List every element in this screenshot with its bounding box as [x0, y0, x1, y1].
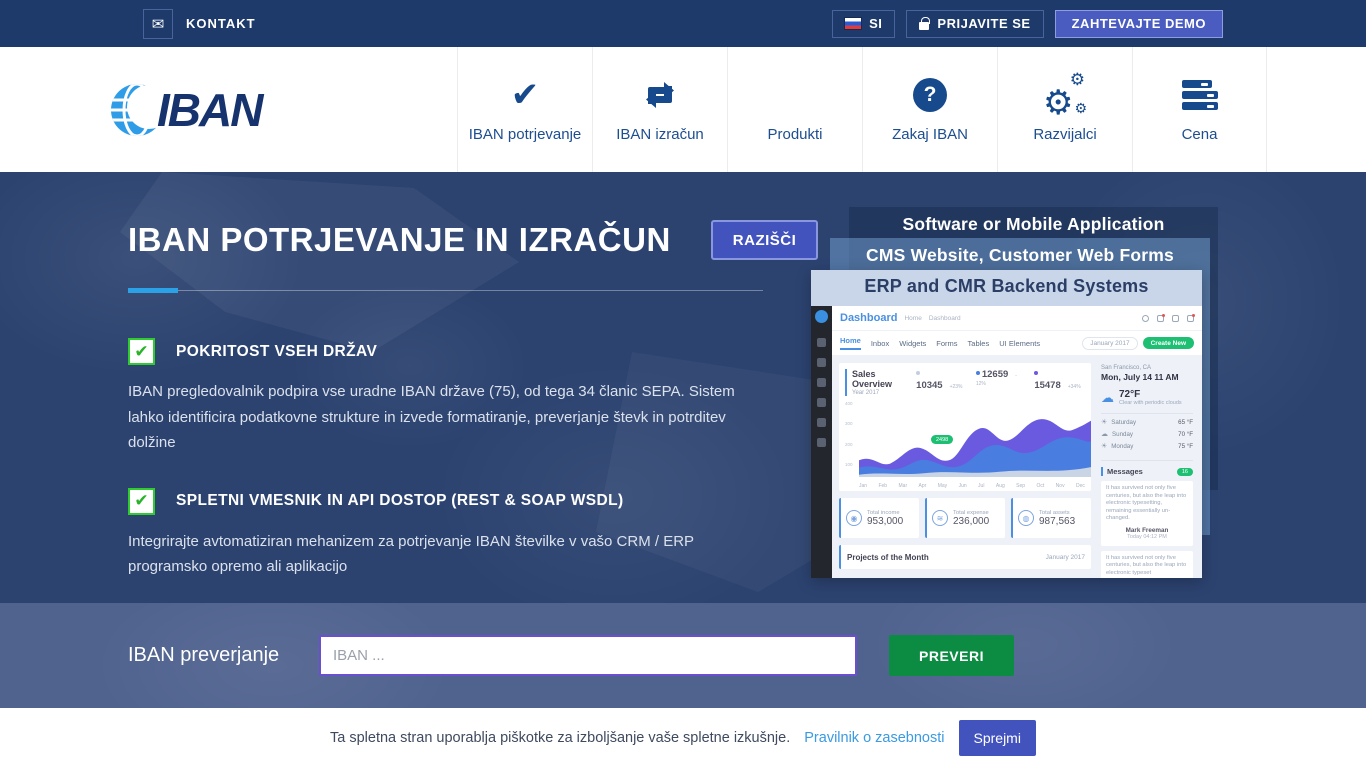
- stat-card-income: ◉ Total income953,000: [839, 498, 919, 538]
- check-icon: ✔: [511, 76, 540, 114]
- title-underline: [128, 288, 763, 294]
- language-label: SI: [869, 16, 882, 31]
- slovenia-flag-icon: [845, 18, 861, 29]
- dashboard-sidebar: [811, 306, 832, 578]
- stat-card-expense: ≋ Total expense236,000: [925, 498, 1005, 538]
- green-check-icon: ✔: [128, 338, 155, 365]
- message-item: It has survived not only five centuries,…: [1101, 551, 1193, 579]
- messages-count-badge: 16: [1177, 468, 1193, 476]
- grid-icon: [779, 76, 812, 114]
- iban-checker-section: IBAN preverjanje PREVERI: [0, 603, 1366, 708]
- cloud-icon: ☁: [1101, 430, 1108, 438]
- date-filter: January 2017: [1082, 337, 1137, 350]
- search-icon: [1142, 315, 1149, 322]
- logo-text: IBAN: [157, 83, 261, 137]
- dashboard-screenshot: Dashboard Home Dashboard Home Inbox Widg…: [811, 306, 1202, 578]
- iban-logo[interactable]: IBAN: [107, 79, 261, 141]
- envelope-icon[interactable]: ✉: [143, 9, 173, 39]
- cookie-text: Ta spletna stran uporablja piškotke za i…: [330, 730, 790, 746]
- create-new-button: Create New: [1143, 337, 1194, 349]
- feature-coverage: ✔ POKRITOST VSEH DRŽAV IBAN pregledovaln…: [128, 338, 778, 456]
- green-check-icon: ✔: [128, 488, 155, 515]
- main-navbar: IBAN ✔ IBAN potrjevanje IBAN izračun Pro…: [0, 47, 1366, 172]
- mail-icon: [1172, 315, 1179, 322]
- chart-badge: 2498: [931, 435, 953, 444]
- privacy-policy-link[interactable]: Pravilnik o zasebnosti: [804, 730, 944, 746]
- stat-card-assets: ◍ Total assets987,563: [1011, 498, 1091, 538]
- verify-button[interactable]: PREVERI: [889, 635, 1014, 676]
- sales-area-chart: 400 300 200 100 2498: [845, 401, 1085, 489]
- assets-icon: ◍: [1018, 510, 1034, 526]
- message-item: It has survived not only five centuries,…: [1101, 481, 1193, 546]
- demo-label: ZAHTEVAJTE DEMO: [1072, 16, 1206, 31]
- nav-item-iban-potrjevanje[interactable]: ✔ IBAN potrjevanje: [457, 47, 592, 172]
- bell-icon: [1187, 315, 1194, 322]
- contact-block[interactable]: ✉ KONTAKT: [143, 9, 256, 39]
- accept-cookies-button[interactable]: Sprejmi: [959, 720, 1036, 756]
- top-bar: ✉ KONTAKT SI PRIJAVITE SE ZAHTEVAJTE DEM…: [0, 0, 1366, 47]
- feature-title: POKRITOST VSEH DRŽAV: [176, 343, 377, 361]
- hero-section: IBAN POTRJEVANJE IN IZRAČUN RAZIŠČI ✔ PO…: [0, 172, 1366, 603]
- retweet-icon: [641, 76, 679, 114]
- lock-icon: [919, 22, 929, 30]
- feature-body: IBAN pregledovalnik podpira vse uradne I…: [128, 379, 760, 456]
- breadcrumb: Home: [904, 315, 921, 322]
- language-selector[interactable]: SI: [832, 10, 895, 38]
- request-demo-button[interactable]: ZAHTEVAJTE DEMO: [1055, 10, 1223, 38]
- contact-label[interactable]: KONTAKT: [186, 16, 256, 31]
- nav-menu: ✔ IBAN potrjevanje IBAN izračun Produkti…: [457, 47, 1267, 172]
- nav-item-zakaj-iban[interactable]: ? Zakaj IBAN: [862, 47, 997, 172]
- dashboard-title: Dashboard: [840, 312, 897, 324]
- feature-title: SPLETNI VMESNIK IN API DOSTOP (REST & SO…: [176, 492, 624, 510]
- iban-input[interactable]: [319, 635, 857, 676]
- feature-body: Integrirajte avtomatiziran mehanizem za …: [128, 529, 760, 580]
- cookie-banner: Ta spletna stran uporablja piškotke za i…: [0, 708, 1366, 768]
- banner-erp-backend: ERP and CMR Backend Systems Dashboard Ho…: [811, 270, 1202, 578]
- sales-overview-panel: Sales Overview Year 2017 10345+23% 12659…: [839, 363, 1091, 491]
- login-button[interactable]: PRIJAVITE SE: [906, 10, 1043, 38]
- chat-icon: [1157, 315, 1164, 322]
- checker-label: IBAN preverjanje: [128, 644, 319, 667]
- cloud-icon: ☁: [1101, 392, 1114, 405]
- weather-panel: San Francisco, CA Mon, July 14 11 AM ☁ 7…: [1097, 363, 1195, 571]
- projects-panel: Projects of the Month January 2017: [839, 545, 1091, 569]
- nav-item-razvijalci[interactable]: ⚙ ⚙ ⚙ Razvijalci: [997, 47, 1132, 172]
- question-icon: ?: [913, 76, 947, 114]
- sun-icon: ☀: [1101, 442, 1107, 450]
- feature-api: ✔ SPLETNI VMESNIK IN API DOSTOP (REST & …: [128, 488, 778, 580]
- server-icon: [1182, 76, 1218, 114]
- page-title: IBAN POTRJEVANJE IN IZRAČUN: [128, 221, 671, 259]
- nav-item-iban-izracun[interactable]: IBAN izračun: [592, 47, 727, 172]
- nav-item-produkti[interactable]: Produkti: [727, 47, 862, 172]
- income-icon: ◉: [846, 510, 862, 526]
- nav-item-cena[interactable]: Cena: [1132, 47, 1267, 172]
- gears-icon: ⚙ ⚙ ⚙: [1043, 76, 1087, 114]
- avatar: [815, 310, 828, 323]
- sun-icon: ☀: [1101, 418, 1107, 426]
- explore-button[interactable]: RAZIŠČI: [711, 220, 819, 260]
- messages-header: Messages 16: [1101, 467, 1193, 476]
- login-label: PRIJAVITE SE: [937, 16, 1030, 31]
- expense-icon: ≋: [932, 510, 948, 526]
